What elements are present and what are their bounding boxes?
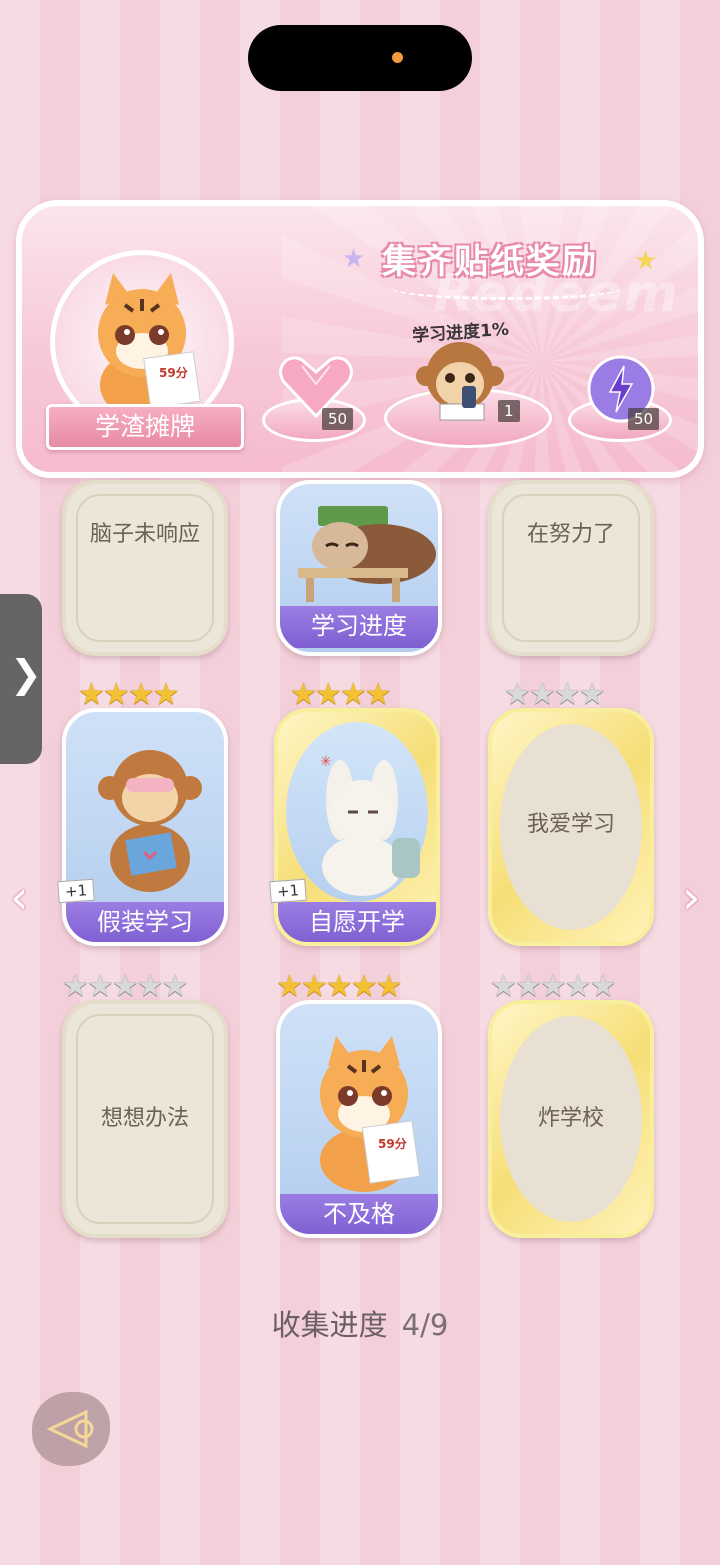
reward-count: 50	[322, 408, 354, 430]
svg-text:59分: 59分	[378, 1136, 407, 1151]
reward-count: 50	[628, 408, 660, 430]
sticker-card[interactable]: 脑子未响应	[62, 480, 228, 656]
sticker-card[interactable]: 我爱学习	[488, 708, 654, 946]
card-name: 在努力了	[526, 522, 615, 547]
reward-banner: Redeem 59分 学渣摊牌 ★ ★ 集齐贴纸奖励 学习进度1% 50 1 5…	[16, 200, 704, 478]
sticker-card[interactable]: 在努力了	[488, 480, 654, 656]
dashed-arc	[392, 276, 622, 300]
card-name: 脑子未响应	[89, 522, 200, 547]
duplicate-count-tag: +1	[57, 878, 95, 904]
rarity-stars: ★★★★	[78, 677, 180, 712]
card-name: 我爱学习	[526, 812, 615, 837]
card-name: 炸学校	[537, 1106, 604, 1131]
collection-progress-value: 4/9	[401, 1308, 449, 1342]
rarity-stars: ★★★★★	[490, 969, 616, 1004]
star-icon: ★	[634, 246, 658, 276]
dynamic-island	[248, 25, 472, 91]
collection-progress-label: 收集进度	[271, 1308, 388, 1342]
back-button[interactable]	[32, 1392, 110, 1466]
sticker-card[interactable]: ✳ 自愿开学	[274, 708, 440, 946]
rarity-stars: ★★★★	[290, 677, 392, 712]
sticker-card[interactable]: 假装学习	[62, 708, 228, 946]
tiger-avatar-icon: 59分	[98, 273, 201, 419]
rarity-stars: ★★★★	[504, 677, 606, 712]
sticker-card[interactable]: 想想办法	[62, 1000, 228, 1238]
card-name: 假装学习	[66, 902, 224, 942]
reward-count: 1	[498, 400, 520, 422]
card-name: 想想办法	[100, 1106, 189, 1131]
camera-indicator-dot	[392, 52, 403, 63]
star-icon: ★	[342, 244, 366, 274]
monkey-reading-sticker-icon	[98, 750, 202, 892]
prev-page-button[interactable]: ‹	[10, 870, 28, 924]
sloth-sticker-icon	[298, 506, 436, 602]
sticker-card[interactable]: 学习进度	[276, 480, 442, 656]
bunny-sticker-icon: ✳	[320, 754, 420, 896]
sticker-card[interactable]: 59分 不及格	[276, 1000, 442, 1238]
back-arrow-icon	[46, 1409, 94, 1449]
chevron-right-icon: ❯	[10, 652, 42, 696]
tiger-failing-sticker-icon: 59分	[320, 1036, 421, 1192]
sticker-card[interactable]: 炸学校	[488, 1000, 654, 1238]
duplicate-count-tag: +1	[269, 878, 307, 904]
monkey-sticker-icon[interactable]	[410, 334, 510, 426]
rarity-stars: ★★★★★	[276, 969, 402, 1004]
rarity-stars: ★★★★★	[62, 969, 188, 1004]
player-title-ribbon: 学渣摊牌	[46, 404, 244, 450]
card-name: 自愿开学	[278, 902, 436, 942]
side-drawer-tab[interactable]: ❯	[0, 594, 42, 764]
svg-text:59分: 59分	[159, 365, 188, 380]
card-name: 不及格	[280, 1194, 438, 1234]
svg-text:✳: ✳	[320, 754, 332, 770]
collection-progress: 收集进度 4/9	[0, 1302, 720, 1344]
next-page-button[interactable]: ›	[682, 870, 700, 924]
card-name: 学习进度	[280, 606, 438, 648]
